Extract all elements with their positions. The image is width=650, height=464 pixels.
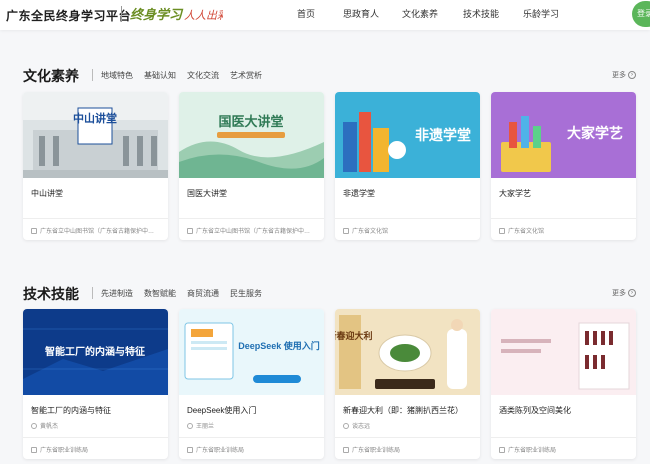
library-icon [499, 227, 505, 234]
card-cover-image: DeepSeek 使用入门 [179, 309, 324, 395]
card-title[interactable]: 智能工厂的内涵与特征 [31, 405, 161, 416]
tag-exchange[interactable]: 文化交流 [187, 70, 219, 81]
banner-text: 大家学艺 [567, 125, 623, 141]
person-icon [31, 422, 37, 429]
card-org: 广东省文化馆 [499, 226, 631, 235]
person-icon [187, 422, 193, 429]
library-icon [31, 227, 37, 234]
person-icon [343, 422, 349, 429]
top-header: 广东全民终身学习平台 终身学习 人人出彩 首页 思政育人 文化素养 技术技能 乐… [0, 0, 650, 30]
nav-culture[interactable]: 文化素养 [402, 7, 438, 20]
card-org: 广东省立中山图书馆（广东省古籍保护中… [187, 226, 319, 235]
nav-home[interactable]: 首页 [297, 7, 315, 20]
card-divider [179, 218, 324, 219]
card-cover-image [491, 309, 636, 395]
section-title-culture: 文化素养 [23, 68, 79, 84]
tag-livelihood[interactable]: 民生服务 [230, 288, 262, 299]
more-link-skills[interactable]: 更多 › [612, 288, 636, 298]
site-title[interactable]: 广东全民终身学习平台 [6, 7, 131, 24]
more-label: 更多 [612, 72, 626, 79]
tag-digital[interactable]: 数智赋能 [144, 288, 176, 299]
card-org: 广东省文化馆 [343, 226, 475, 235]
banner-text: 新春迎大利 [335, 330, 373, 341]
section-title-skills: 技术技能 [23, 286, 79, 302]
tag-manufacturing[interactable]: 先进制造 [101, 288, 133, 299]
banner-text: 智能工厂的内涵与特征 [45, 345, 145, 358]
card-title[interactable]: 中山讲堂 [31, 188, 161, 199]
banner-text: 非遗学堂 [415, 127, 471, 143]
nav-senior[interactable]: 乐龄学习 [523, 7, 559, 20]
course-card[interactable]: 中山讲堂 中山讲堂 广东省立中山图书馆（广东省古籍保护中… [23, 92, 168, 240]
card-org: 广东省职业训练局 [343, 445, 475, 454]
card-org: 广东省职业训练局 [187, 445, 319, 454]
card-title[interactable]: 大家学艺 [499, 188, 629, 199]
card-title[interactable]: 新春迎大利（即：猪脷扒西兰花） [343, 405, 473, 416]
library-icon [343, 227, 349, 234]
card-teacher: 谈志远 [343, 421, 475, 430]
card-cover-image: 国医大讲堂 [179, 92, 324, 178]
card-divider [335, 218, 480, 219]
logo-divider [121, 6, 122, 22]
card-title[interactable]: 国医大讲堂 [187, 188, 317, 199]
nav-skills[interactable]: 技术技能 [463, 7, 499, 20]
section-divider [92, 69, 93, 81]
course-card[interactable]: 大家学艺 大家学艺 广东省文化馆 [491, 92, 636, 240]
card-cover-image: 中山讲堂 [23, 92, 168, 178]
arrow-right-icon: › [628, 71, 636, 79]
tag-basic[interactable]: 基础认知 [144, 70, 176, 81]
organization-icon [31, 446, 37, 453]
library-icon [187, 227, 193, 234]
card-divider [335, 437, 480, 438]
card-title[interactable]: DeepSeek使用入门 [187, 405, 317, 416]
svg-text:人人出彩: 人人出彩 [184, 9, 223, 22]
card-org: 广东省立中山图书馆（广东省古籍保护中… [31, 226, 163, 235]
course-card[interactable]: 智能工厂的内涵与特征 智能工厂的内涵与特征 黄帆杰 广东省职业训练局 [23, 309, 168, 459]
card-cover-image: 智能工厂的内涵与特征 [23, 309, 168, 395]
course-card[interactable]: 酒类陈列及空间美化 广东省职业训练局 [491, 309, 636, 459]
card-divider [23, 218, 168, 219]
banner-text: DeepSeek 使用入门 [238, 340, 320, 351]
card-title[interactable]: 酒类陈列及空间美化 [499, 405, 629, 416]
svg-text:终身学习: 终身学习 [130, 7, 184, 23]
course-card[interactable]: 新春迎大利 新春迎大利（即：猪脷扒西兰花） 谈志远 广东省职业训练局 [335, 309, 480, 459]
organization-icon [499, 446, 505, 453]
more-label: 更多 [612, 290, 626, 297]
card-divider [491, 437, 636, 438]
card-teacher: 王丽兰 [187, 421, 319, 430]
organization-icon [343, 446, 349, 453]
card-cover-image: 非遗学堂 [335, 92, 480, 178]
course-card[interactable]: DeepSeek 使用入门 DeepSeek使用入门 王丽兰 广东省职业训练局 [179, 309, 324, 459]
nav-ideology[interactable]: 思政育人 [343, 7, 379, 20]
organization-icon [187, 446, 193, 453]
tag-regional[interactable]: 地域特色 [101, 70, 133, 81]
banner-text: 中山讲堂 [73, 111, 117, 125]
login-button[interactable]: 登录 [632, 1, 650, 27]
card-divider [179, 437, 324, 438]
tag-commerce[interactable]: 商贸流通 [187, 288, 219, 299]
course-card[interactable]: 非遗学堂 非遗学堂 广东省文化馆 [335, 92, 480, 240]
card-org: 广东省职业训练局 [499, 445, 631, 454]
card-title[interactable]: 非遗学堂 [343, 188, 473, 199]
more-link-culture[interactable]: 更多 › [612, 70, 636, 80]
card-cover-image: 新春迎大利 [335, 309, 480, 395]
course-card[interactable]: 国医大讲堂 国医大讲堂 广东省立中山图书馆（广东省古籍保护中… [179, 92, 324, 240]
card-teacher: 黄帆杰 [31, 421, 163, 430]
arrow-right-icon: › [628, 289, 636, 297]
banner-text: 国医大讲堂 [218, 114, 283, 129]
card-divider [23, 437, 168, 438]
slogan-calligraphy: 终身学习 人人出彩 [130, 7, 223, 23]
tag-art[interactable]: 艺术赏析 [230, 70, 262, 81]
card-divider [491, 218, 636, 219]
card-org: 广东省职业训练局 [31, 445, 163, 454]
section-divider [92, 287, 93, 299]
card-cover-image: 大家学艺 [491, 92, 636, 178]
